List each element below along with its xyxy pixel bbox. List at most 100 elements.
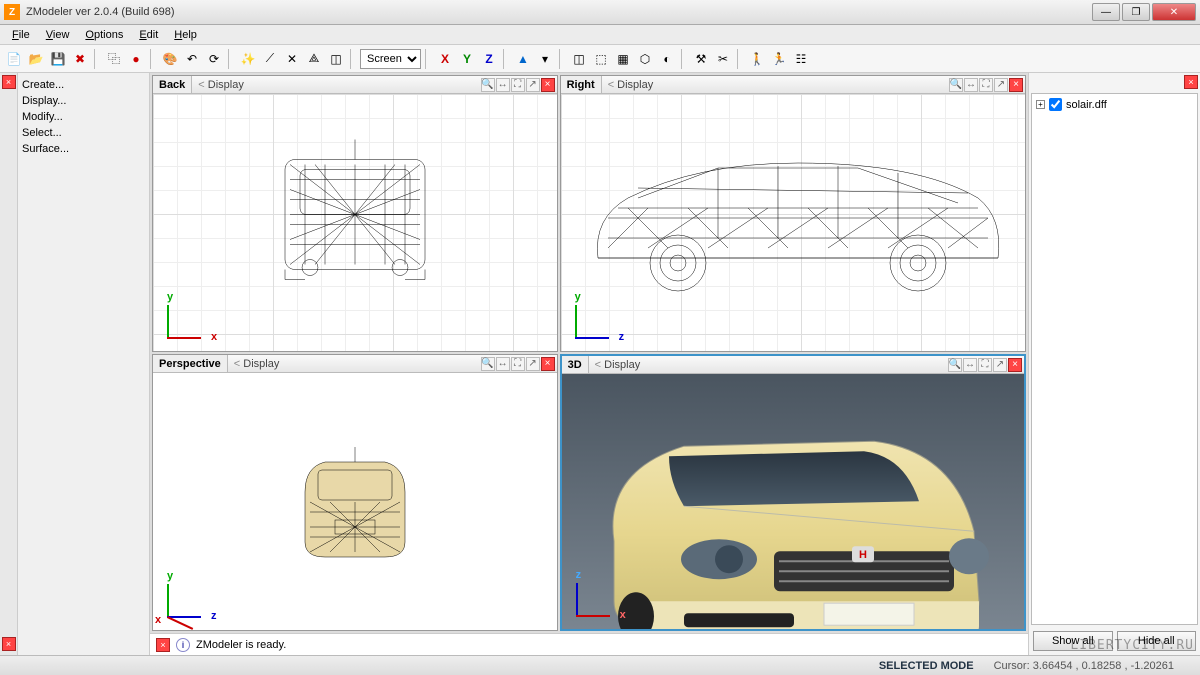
viewport-3d-tools: 🔍 ↔ ⛶ ↗ × — [948, 358, 1024, 372]
expand-icon[interactable]: ↗ — [993, 358, 1007, 372]
run-icon[interactable]: 🏃 — [769, 49, 789, 69]
expand-icon[interactable]: ↗ — [526, 78, 540, 92]
fit-icon[interactable]: ⛶ — [979, 78, 993, 92]
fit-icon[interactable]: ⛶ — [511, 357, 525, 371]
palette-icon[interactable]: 🎨 — [160, 49, 180, 69]
pan-icon[interactable]: ↔ — [964, 78, 978, 92]
viewport-perspective-canvas[interactable]: y z x — [153, 373, 557, 630]
viewport-perspective[interactable]: Perspective Display 🔍 ↔ ⛶ ↗ × — [152, 354, 558, 631]
menu-help[interactable]: Help — [166, 27, 205, 43]
menu-bar: File View Options Edit Help — [0, 25, 1200, 45]
viewport-perspective-display[interactable]: Display — [228, 358, 286, 370]
left-panel-close-top-icon[interactable]: × — [2, 75, 16, 89]
save-icon[interactable]: 💾 — [48, 49, 68, 69]
axis-x-label: x — [620, 609, 626, 621]
zoom-icon[interactable]: 🔍 — [948, 358, 962, 372]
viewport-perspective-label[interactable]: Perspective — [153, 355, 228, 372]
viewport-back-label[interactable]: Back — [153, 76, 192, 93]
viewport-right[interactable]: Right Display 🔍 ↔ ⛶ ↗ × — [560, 75, 1026, 352]
left-panel-close-bottom-icon[interactable]: × — [2, 637, 16, 651]
axis-y-toggle[interactable]: Y — [457, 49, 477, 69]
delete-icon[interactable]: ✖ — [70, 49, 90, 69]
tree-item-checkbox[interactable] — [1049, 98, 1062, 111]
menu-edit[interactable]: Edit — [131, 27, 166, 43]
viewport-grid: Back Display 🔍 ↔ ⛶ ↗ × — [150, 73, 1028, 633]
viewport-right-display[interactable]: Display — [602, 79, 660, 91]
cmd-modify[interactable]: Modify... — [20, 109, 147, 125]
minimize-button[interactable]: — — [1092, 3, 1120, 21]
tree-item[interactable]: + solair.dff — [1036, 98, 1193, 111]
wireframe-side — [578, 148, 1008, 298]
open-file-icon[interactable]: 📂 — [26, 49, 46, 69]
viewport-right-canvas[interactable]: y z — [561, 94, 1025, 351]
face-tool-icon[interactable]: ⟁ — [304, 49, 324, 69]
menu-options[interactable]: Options — [77, 27, 131, 43]
vertex-tool-icon[interactable]: ✕ — [282, 49, 302, 69]
viewport-back-canvas[interactable]: y x — [153, 94, 557, 351]
right-panel: × + solair.dff Show all Hide all — [1028, 73, 1200, 655]
record-icon[interactable]: ● — [126, 49, 146, 69]
cone-icon[interactable]: ▲ — [513, 49, 533, 69]
new-file-icon[interactable]: 📄 — [4, 49, 24, 69]
menu-view[interactable]: View — [38, 27, 78, 43]
skeleton-icon[interactable]: ☷ — [791, 49, 811, 69]
cube-icon[interactable]: ⬚ — [591, 49, 611, 69]
undo-icon[interactable]: ↶ — [182, 49, 202, 69]
viewport-3d-display[interactable]: Display — [589, 359, 647, 371]
cmd-display[interactable]: Display... — [20, 93, 147, 109]
viewport-close-icon[interactable]: × — [1009, 78, 1023, 92]
mesh-icon[interactable]: ▦ — [613, 49, 633, 69]
viewport-close-icon[interactable]: × — [1008, 358, 1022, 372]
pan-icon[interactable]: ↔ — [963, 358, 977, 372]
rendered-car: H — [574, 401, 994, 629]
edge-tool-icon[interactable]: ⟋ — [260, 49, 280, 69]
dropdown-icon[interactable]: ▾ — [535, 49, 555, 69]
copy-icon[interactable]: ⿻ — [104, 49, 124, 69]
left-panel: × × Create... Display... Modify... Selec… — [0, 73, 150, 655]
viewport-perspective-header: Perspective Display 🔍 ↔ ⛶ ↗ × — [153, 355, 557, 373]
wireframe-perspective — [290, 442, 420, 572]
console-close-icon[interactable]: × — [156, 638, 170, 652]
maximize-button[interactable]: ❐ — [1122, 3, 1150, 21]
viewport-close-icon[interactable]: × — [541, 78, 555, 92]
wireframe-icon[interactable]: ⬡ — [635, 49, 655, 69]
box-select-icon[interactable]: ◫ — [569, 49, 589, 69]
viewport-right-label[interactable]: Right — [561, 76, 602, 93]
tool-a-icon[interactable]: ⚒ — [691, 49, 711, 69]
viewport-3d[interactable]: 3D Display 🔍 ↔ ⛶ ↗ × — [560, 354, 1026, 631]
cmd-surface[interactable]: Surface... — [20, 141, 147, 157]
zoom-icon[interactable]: 🔍 — [481, 357, 495, 371]
viewport-back-display[interactable]: Display — [192, 79, 250, 91]
left-command-list: Create... Display... Modify... Select...… — [18, 73, 149, 655]
object-tool-icon[interactable]: ◫ — [326, 49, 346, 69]
coord-space-select[interactable]: Screen — [360, 49, 421, 69]
walk-icon[interactable]: 🚶 — [747, 49, 767, 69]
viewport-back[interactable]: Back Display 🔍 ↔ ⛶ ↗ × — [152, 75, 558, 352]
magic-wand-icon[interactable]: ✨ — [238, 49, 258, 69]
window-title: ZModeler ver 2.0.4 (Build 698) — [26, 6, 1092, 18]
right-panel-close-icon[interactable]: × — [1184, 75, 1198, 89]
expand-icon[interactable]: ↗ — [526, 357, 540, 371]
viewport-3d-label[interactable]: 3D — [562, 356, 589, 373]
tree-expand-icon[interactable]: + — [1036, 100, 1045, 109]
viewport-close-icon[interactable]: × — [541, 357, 555, 371]
pan-icon[interactable]: ↔ — [496, 357, 510, 371]
shade-icon[interactable]: ◐ — [657, 49, 677, 69]
menu-file[interactable]: File — [4, 27, 38, 43]
cmd-select[interactable]: Select... — [20, 125, 147, 141]
scene-tree[interactable]: + solair.dff — [1031, 93, 1198, 625]
pan-icon[interactable]: ↔ — [496, 78, 510, 92]
fit-icon[interactable]: ⛶ — [511, 78, 525, 92]
viewport-3d-canvas[interactable]: H z — [562, 374, 1024, 629]
axis-x-toggle[interactable]: X — [435, 49, 455, 69]
axis-z-toggle[interactable]: Z — [479, 49, 499, 69]
zoom-icon[interactable]: 🔍 — [949, 78, 963, 92]
fit-icon[interactable]: ⛶ — [978, 358, 992, 372]
zoom-icon[interactable]: 🔍 — [481, 78, 495, 92]
tool-b-icon[interactable]: ✂ — [713, 49, 733, 69]
close-button[interactable]: ✕ — [1152, 3, 1196, 21]
axis-y-label: y — [167, 570, 173, 582]
cmd-create[interactable]: Create... — [20, 77, 147, 93]
expand-icon[interactable]: ↗ — [994, 78, 1008, 92]
redo-icon[interactable]: ⟳ — [204, 49, 224, 69]
